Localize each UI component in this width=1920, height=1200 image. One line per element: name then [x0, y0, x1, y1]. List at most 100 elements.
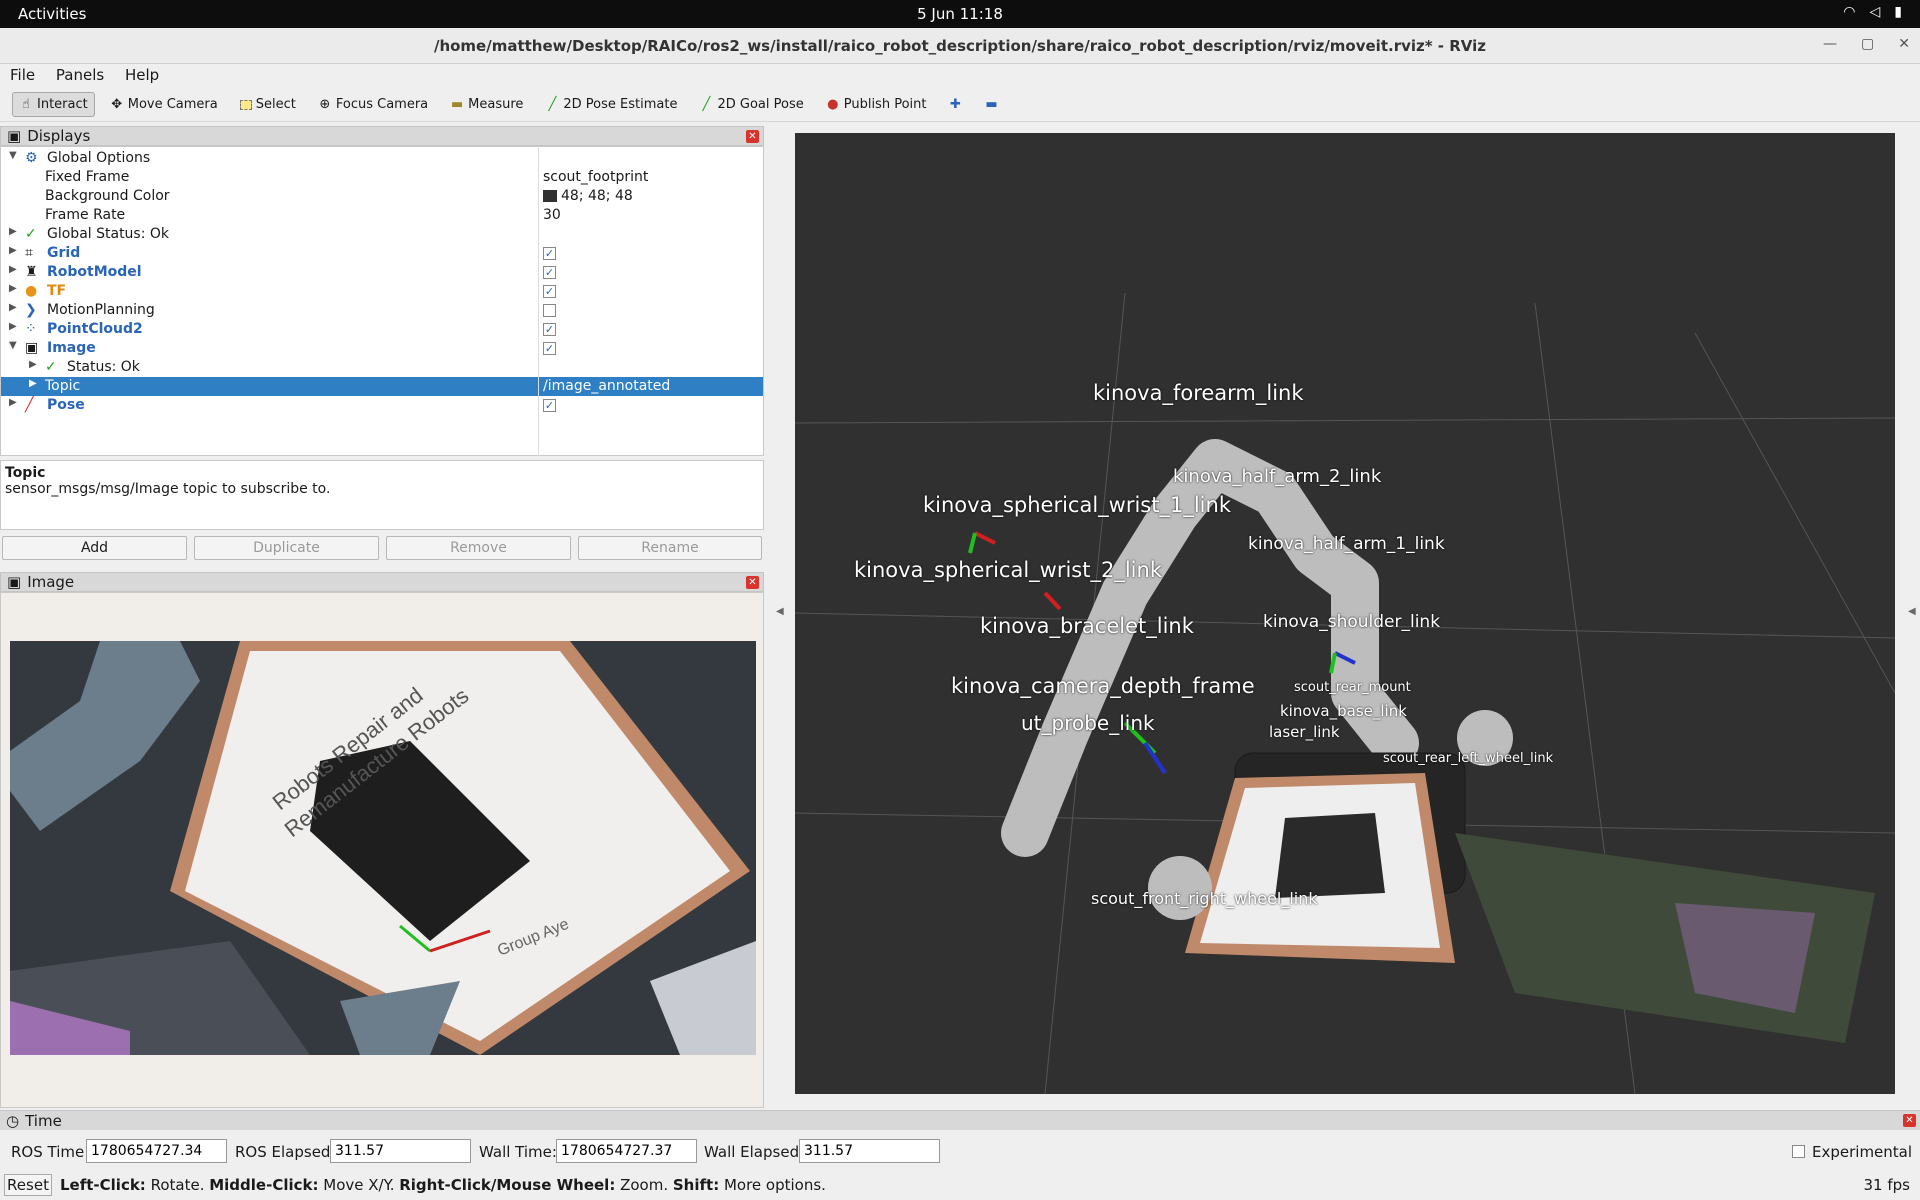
tree-row-topic[interactable]: ▶ Topic /image_annotated: [1, 377, 763, 396]
wifi-icon: ◠: [1843, 4, 1856, 20]
tree-row-global-status[interactable]: ▶ ✓ Global Status: Ok: [1, 225, 763, 244]
label-spherical-wrist-2-link: kinova_spherical_wrist_2_link: [854, 558, 1162, 582]
collapse-arrow-icon[interactable]: ▶: [29, 378, 37, 389]
goal-pose-tool-button[interactable]: ╱ 2D Goal Pose: [692, 92, 810, 117]
close-icon[interactable]: ✕: [1903, 1114, 1916, 1127]
color-swatch[interactable]: [543, 190, 557, 202]
wall-elapsed-field[interactable]: [799, 1139, 940, 1163]
pose-checkbox[interactable]: ✓: [543, 399, 556, 412]
pointcloud2-label: PointCloud2: [47, 321, 143, 337]
measure-tool-button[interactable]: ▬ Measure: [443, 92, 530, 117]
wall-time-field[interactable]: [556, 1139, 697, 1163]
tree-row-global-options[interactable]: ▼ ⚙ Global Options: [1, 149, 763, 168]
grid-icon: ⌗: [25, 245, 33, 261]
ros-time-field[interactable]: [86, 1139, 227, 1163]
maximize-icon[interactable]: ▢: [1861, 36, 1874, 52]
add-tool-button[interactable]: ✚: [941, 92, 969, 117]
clock[interactable]: 5 Jun 11:18: [0, 5, 1920, 23]
pointcloud2-checkbox[interactable]: ✓: [543, 323, 556, 336]
image-panel-title: Image: [27, 573, 75, 591]
menu-help[interactable]: Help: [125, 66, 159, 84]
collapse-arrow-icon[interactable]: ▶: [9, 397, 17, 408]
tf-label: TF: [47, 283, 67, 299]
grid-checkbox[interactable]: ✓: [543, 247, 556, 260]
background-color-value[interactable]: 48; 48; 48: [561, 188, 633, 204]
close-icon[interactable]: ✕: [746, 130, 759, 143]
close-icon[interactable]: ✕: [746, 576, 759, 589]
tf-checkbox[interactable]: ✓: [543, 285, 556, 298]
tree-row-pointcloud2[interactable]: ▶ ⁘ PointCloud2 ✓: [1, 320, 763, 339]
expand-arrow-icon[interactable]: ▼: [9, 150, 17, 161]
tree-row-grid[interactable]: ▶ ⌗ Grid ✓: [1, 244, 763, 263]
menu-panels[interactable]: Panels: [56, 66, 104, 84]
checkmark-icon: ✓: [45, 359, 57, 375]
tree-row-frame-rate[interactable]: Frame Rate 30: [1, 206, 763, 225]
experimental-checkbox[interactable]: [1792, 1145, 1805, 1158]
select-tool-button[interactable]: Select: [233, 92, 303, 117]
tree-row-tf[interactable]: ▶ ● TF ✓: [1, 282, 763, 301]
pose-estimate-tool-button[interactable]: ╱ 2D Pose Estimate: [538, 92, 684, 117]
tree-row-pose[interactable]: ▶ ╱ Pose ✓: [1, 396, 763, 415]
remove-tool-button[interactable]: ▬: [977, 92, 1005, 117]
move-camera-tool-button[interactable]: ✥ Move Camera: [103, 92, 225, 117]
volume-icon: ◁: [1869, 4, 1881, 20]
hint-left-click: Left-Click:: [60, 1176, 146, 1194]
collapse-arrow-icon[interactable]: ▶: [9, 264, 17, 275]
rename-button[interactable]: Rename: [578, 536, 762, 560]
time-fields: ROS Time: ROS Elapsed: Wall Time: Wall E…: [0, 1136, 1920, 1166]
collapse-right-icon[interactable]: ◀: [1908, 606, 1916, 617]
label-rear-mount: scout_rear_mount: [1294, 680, 1411, 695]
expand-arrow-icon[interactable]: ▼: [9, 340, 17, 351]
plus-icon: ✚: [950, 97, 961, 112]
tree-row-robotmodel[interactable]: ▶ ♜ RobotModel ✓: [1, 263, 763, 282]
image-checkbox[interactable]: ✓: [543, 342, 556, 355]
collapse-left-icon[interactable]: ◀: [776, 606, 784, 617]
robotmodel-checkbox[interactable]: ✓: [543, 266, 556, 279]
collapse-arrow-icon[interactable]: ▶: [9, 283, 17, 294]
3d-viewport[interactable]: kinova_forearm_link kinova_half_arm_2_li…: [795, 133, 1895, 1094]
remove-button[interactable]: Remove: [386, 536, 571, 560]
menu-file[interactable]: File: [10, 66, 35, 84]
motionplanning-checkbox[interactable]: [543, 304, 556, 317]
collapse-arrow-icon[interactable]: ▶: [9, 321, 17, 332]
add-button[interactable]: Add: [2, 536, 187, 560]
fixed-frame-value[interactable]: scout_footprint: [543, 169, 648, 185]
focus-camera-tool-button[interactable]: ⊕ Focus Camera: [311, 92, 435, 117]
tree-row-image-status[interactable]: ▶ ✓ Status: Ok: [1, 358, 763, 377]
minimize-icon[interactable]: —: [1823, 36, 1837, 52]
frame-rate-value[interactable]: 30: [543, 207, 561, 223]
interact-label: Interact: [37, 97, 88, 112]
hint-middle-click: Middle-Click:: [209, 1176, 319, 1194]
collapse-arrow-icon[interactable]: ▶: [9, 245, 17, 256]
image-label: Image: [47, 340, 96, 356]
mouse-hint: Left-Click: Rotate. Middle-Click: Move X…: [60, 1176, 826, 1194]
fixed-frame-label: Fixed Frame: [45, 169, 130, 185]
global-status-label: Global Status: Ok: [47, 226, 170, 242]
ros-elapsed-field[interactable]: [330, 1139, 471, 1163]
topic-label: Topic: [45, 378, 81, 394]
tree-row-background-color[interactable]: Background Color 48; 48; 48: [1, 187, 763, 206]
image-status-label: Status: Ok: [67, 359, 140, 375]
tree-row-motionplanning[interactable]: ▶ ❯ MotionPlanning: [1, 301, 763, 320]
tree-row-fixed-frame[interactable]: Fixed Frame scout_footprint: [1, 168, 763, 187]
label-bracelet-link: kinova_bracelet_link: [980, 614, 1194, 638]
collapse-arrow-icon[interactable]: ▶: [9, 302, 17, 313]
label-probe-link: ut_probe_link: [1021, 711, 1155, 735]
collapse-arrow-icon[interactable]: ▶: [9, 226, 17, 237]
duplicate-button[interactable]: Duplicate: [194, 536, 379, 560]
robotmodel-label: RobotModel: [47, 264, 142, 280]
frame-rate-label: Frame Rate: [45, 207, 126, 223]
column-divider[interactable]: [538, 146, 539, 456]
crosshair-icon: ⊕: [319, 97, 331, 112]
menu-bar: File Panels Help: [0, 64, 1920, 86]
close-icon[interactable]: ✕: [1898, 36, 1910, 52]
publish-point-tool-button[interactable]: ● Publish Point: [819, 92, 934, 117]
reset-button[interactable]: Reset: [4, 1174, 52, 1196]
grid-label: Grid: [47, 245, 81, 261]
collapse-arrow-icon[interactable]: ▶: [29, 359, 37, 370]
topic-value[interactable]: /image_annotated: [543, 378, 670, 394]
motionplanning-label: MotionPlanning: [47, 302, 155, 318]
system-tray[interactable]: ◠ ◁ ▮: [1843, 4, 1902, 20]
tree-row-image[interactable]: ▼ ▣ Image ✓: [1, 339, 763, 358]
interact-tool-button[interactable]: ☝ Interact: [12, 92, 95, 117]
